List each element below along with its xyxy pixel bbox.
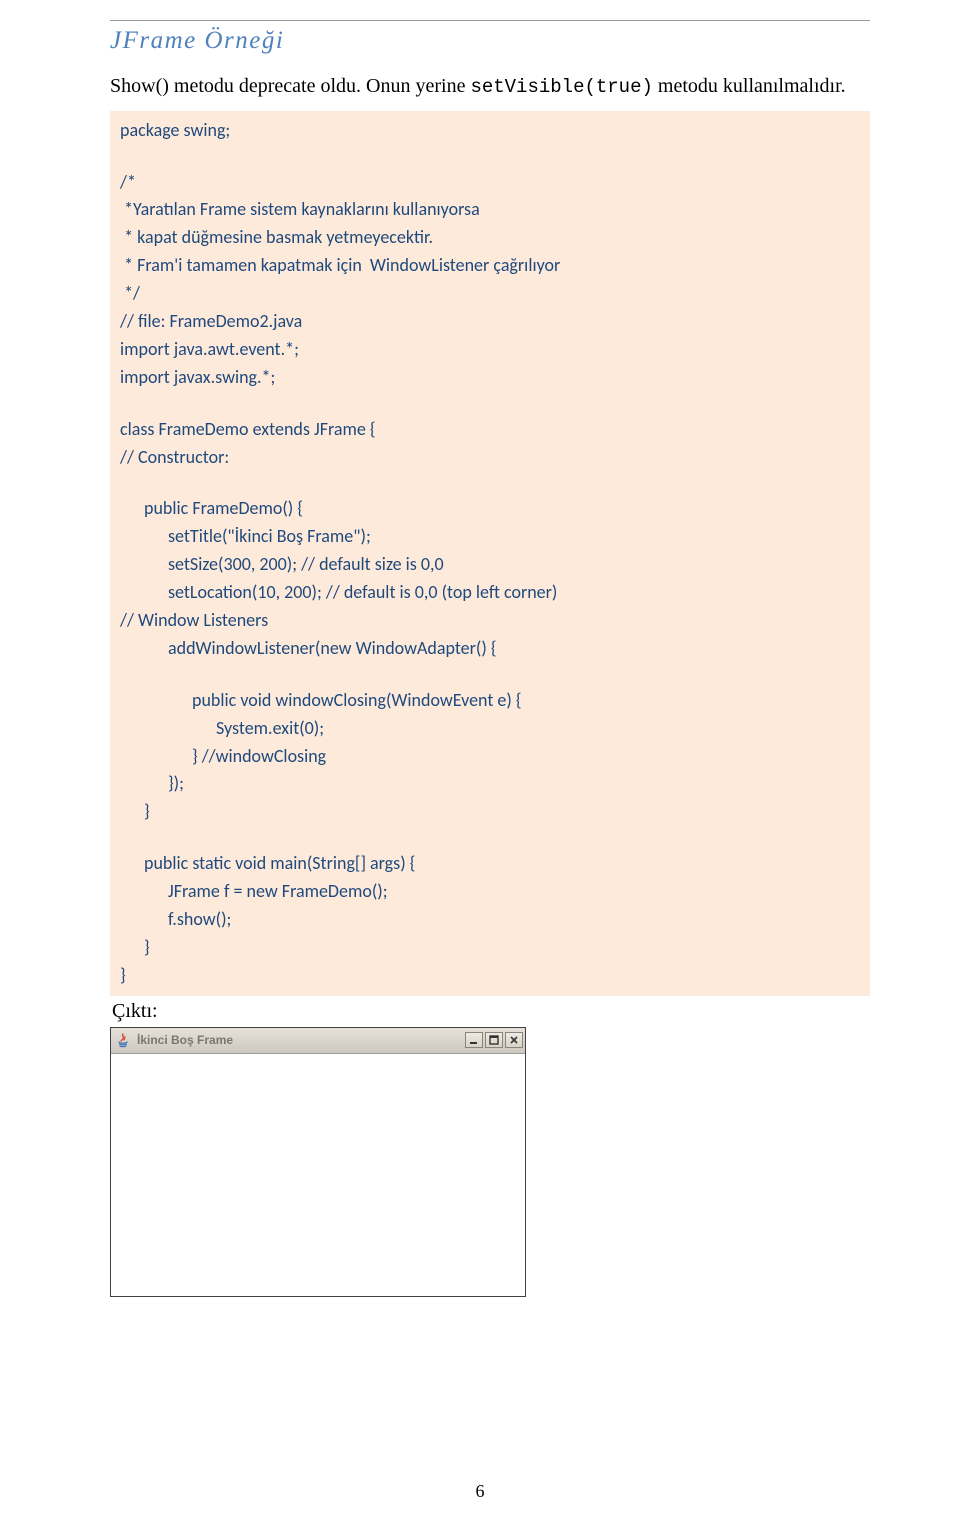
code-line: package swing; (120, 117, 860, 145)
code-line: f.show(); (120, 906, 860, 934)
code-line: // file: FrameDemo2.java (120, 308, 860, 336)
code-line: System.exit(0); (120, 715, 860, 743)
code-line: } //windowClosing (120, 743, 860, 771)
intro-mono: setVisible(true) (470, 76, 652, 98)
code-line: /* (120, 169, 860, 197)
code-line: setSize(300, 200); // default size is 0,… (120, 551, 860, 579)
code-line: } (120, 934, 860, 962)
code-line: // Window Listeners (120, 607, 860, 635)
page-number: 6 (0, 1481, 960, 1502)
window-buttons (465, 1032, 523, 1048)
code-line: addWindowListener(new WindowAdapter() { (120, 635, 860, 663)
divider (110, 20, 870, 21)
code-line: JFrame f = new FrameDemo(); (120, 878, 860, 906)
code-line: *Yaratılan Frame sistem kaynaklarını kul… (120, 196, 860, 224)
intro-prefix: Show() metodu deprecate oldu. Onun yerin… (110, 75, 470, 97)
output-label: Çıktı: (112, 1000, 870, 1023)
code-line: class FrameDemo extends JFrame { (120, 416, 860, 444)
code-line: * Fram'i tamamen kapatmak için WindowLis… (120, 252, 860, 280)
code-line: public FrameDemo() { (120, 495, 860, 523)
code-line: } (120, 798, 860, 826)
section-title: JFrame Örneği (110, 27, 870, 55)
window-body (111, 1054, 525, 1296)
code-line: public static void main(String[] args) { (120, 850, 860, 878)
code-line: // Constructor: (120, 444, 860, 472)
close-button[interactable] (505, 1032, 523, 1048)
java-icon (115, 1032, 131, 1048)
intro-paragraph: Show() metodu deprecate oldu. Onun yerin… (110, 73, 870, 101)
window-title: İkinci Boş Frame (137, 1033, 465, 1047)
code-line: */ (120, 280, 860, 308)
maximize-button[interactable] (485, 1032, 503, 1048)
intro-suffix: metodu kullanılmalıdır. (653, 75, 846, 97)
titlebar: İkinci Boş Frame (111, 1028, 525, 1054)
code-line: * kapat düğmesine basmak yetmeyecektir. (120, 224, 860, 252)
code-line: import java.awt.event.*; (120, 336, 860, 364)
code-line: setTitle("İkinci Boş Frame"); (120, 523, 860, 551)
code-line: setLocation(10, 200); // default is 0,0 … (120, 579, 860, 607)
code-line: import javax.swing.*; (120, 364, 860, 392)
code-line: public void windowClosing(WindowEvent e)… (120, 687, 860, 715)
minimize-button[interactable] (465, 1032, 483, 1048)
output-window: İkinci Boş Frame (110, 1027, 526, 1297)
code-block: package swing; /* *Yaratılan Frame siste… (110, 111, 870, 996)
code-line: }); (120, 770, 860, 798)
code-line: } (120, 962, 860, 990)
